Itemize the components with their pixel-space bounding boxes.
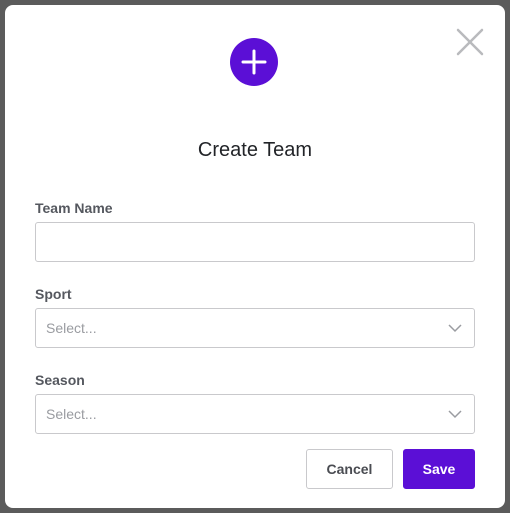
save-button[interactable]: Save <box>403 449 475 489</box>
chevron-down-icon <box>448 324 462 333</box>
team-name-label: Team Name <box>35 200 113 216</box>
create-team-dialog: Create Team Team Name Sport Select... Se… <box>5 5 505 508</box>
plus-icon <box>241 49 267 75</box>
chevron-down-icon <box>448 410 462 419</box>
sport-select-value: Select... <box>46 320 97 336</box>
close-button[interactable] <box>456 28 484 56</box>
cancel-button[interactable]: Cancel <box>306 449 393 489</box>
season-select-value: Select... <box>46 406 97 422</box>
season-label: Season <box>35 372 85 388</box>
dialog-title: Create Team <box>197 139 313 161</box>
team-name-input[interactable] <box>35 222 475 262</box>
modal-backdrop: Create Team Team Name Sport Select... Se… <box>0 0 510 513</box>
sport-select[interactable]: Select... <box>35 308 475 348</box>
plus-badge <box>230 38 278 86</box>
close-icon <box>456 28 484 56</box>
sport-label: Sport <box>35 286 72 302</box>
season-select[interactable]: Select... <box>35 394 475 434</box>
